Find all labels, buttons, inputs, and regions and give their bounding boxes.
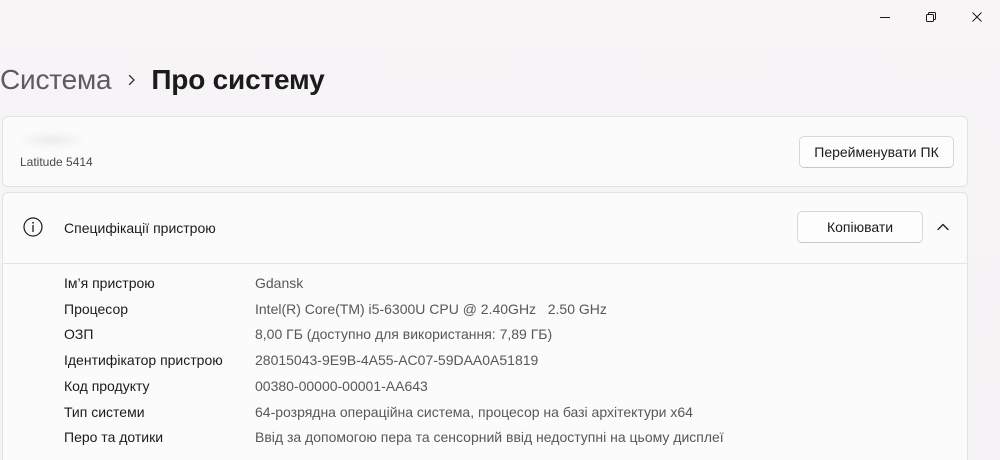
restore-button[interactable] <box>908 0 954 34</box>
specs-header[interactable]: Специфікації пристрою Копіювати <box>3 193 967 264</box>
device-name-redacted <box>23 133 81 147</box>
window-caption-controls <box>862 0 1000 34</box>
specs-title: Специфікації пристрою <box>64 220 216 236</box>
copy-button[interactable]: Копіювати <box>797 211 923 243</box>
minimize-icon <box>880 17 890 18</box>
spec-row-ram: ОЗП 8,00 ГБ (доступно для використання: … <box>3 326 967 348</box>
spec-label: Ім’я пристрою <box>64 275 155 291</box>
spec-label: Тип системи <box>64 404 145 420</box>
breadcrumb-parent-link[interactable]: Система <box>0 64 112 96</box>
info-icon <box>23 217 43 237</box>
spec-row-processor: Процесор Intel(R) Core(TM) i5-6300U CPU … <box>3 301 967 323</box>
settings-window: Система Про систему Latitude 5414 Перейм… <box>0 0 1000 460</box>
spec-row-product-id: Код продукту 00380-00000-00001-AA643 <box>3 378 967 400</box>
device-model: Latitude 5414 <box>20 155 93 169</box>
spec-label: ОЗП <box>64 326 94 342</box>
chevron-right-icon <box>127 73 137 87</box>
spec-row-device-name: Ім’я пристрою Gdansk <box>3 275 967 297</box>
minimize-button[interactable] <box>862 0 908 34</box>
spec-value[interactable]: 28015043-9E9B-4A55-AC07-59DAA0A51819 <box>255 352 538 368</box>
restore-icon <box>926 12 936 22</box>
page-title: Про систему <box>151 64 325 95</box>
spec-row-pen-touch: Перо та дотики Ввід за допомогою пера та… <box>3 429 967 451</box>
spec-value[interactable]: 64-розрядна операційна система, процесор… <box>255 404 693 420</box>
spec-label: Код продукту <box>64 378 150 394</box>
spec-value[interactable]: 00380-00000-00001-AA643 <box>255 378 428 394</box>
spec-value[interactable]: Ввід за допомогою пера та сенсорний ввід… <box>255 429 724 445</box>
spec-label: Ідентифікатор пристрою <box>64 352 223 368</box>
spec-value[interactable]: Intel(R) Core(TM) i5-6300U CPU @ 2.40GHz… <box>255 301 607 317</box>
spec-value[interactable]: 8,00 ГБ (доступно для використання: 7,89… <box>255 326 552 342</box>
breadcrumb: Система Про систему <box>0 58 325 102</box>
device-card: Latitude 5414 Перейменувати ПК <box>2 116 968 187</box>
device-specifications-card: Специфікації пристрою Копіювати Ім’я при… <box>2 192 968 460</box>
rename-pc-button[interactable]: Перейменувати ПК <box>799 136 954 168</box>
spec-label: Процесор <box>64 301 129 317</box>
spec-label: Перо та дотики <box>64 429 164 445</box>
close-button[interactable] <box>954 0 1000 34</box>
close-icon <box>972 12 982 22</box>
spec-row-system-type: Тип системи 64-розрядна операційна систе… <box>3 404 967 426</box>
spec-row-device-id: Ідентифікатор пристрою 28015043-9E9B-4A5… <box>3 352 967 374</box>
chevron-up-icon[interactable] <box>935 221 951 233</box>
spec-value[interactable]: Gdansk <box>255 275 303 291</box>
